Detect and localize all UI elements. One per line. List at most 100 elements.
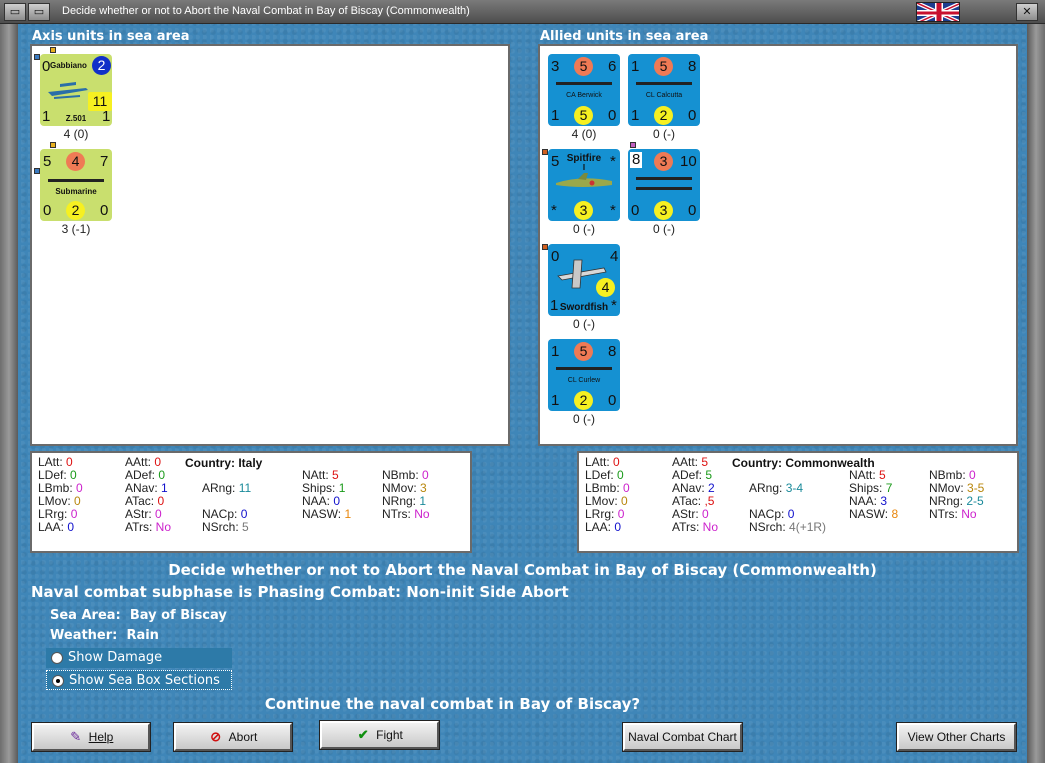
unit-name: CL Curlew xyxy=(567,377,601,384)
unit-strength-label: 3 (-1) xyxy=(61,222,91,236)
counter-value: 0 xyxy=(608,392,617,409)
counter-value: 1 xyxy=(631,58,640,75)
stat-nasw: NASW: 1 xyxy=(302,507,352,521)
unit-counter-submarine[interactable]: 5 4 7 Submarine 0 2 0 xyxy=(40,149,112,221)
counter-value: 5 xyxy=(574,342,593,361)
radio-selected-icon xyxy=(52,675,64,687)
counter-value: 1 xyxy=(102,108,111,125)
unit-strength-label: 0 (-) xyxy=(653,222,675,236)
unit-name: CA Berwick xyxy=(566,92,602,99)
counter-value: 7 xyxy=(100,153,109,170)
radio-label: Show Damage xyxy=(68,650,163,665)
union-jack-flag xyxy=(916,2,960,22)
close-icon[interactable]: ✕ xyxy=(1016,3,1038,21)
stat-laa: LAA: 0 xyxy=(38,520,75,534)
counter-value: 0 xyxy=(608,107,617,124)
counter-value: 3 xyxy=(574,201,593,220)
unit-strength-label: 0 (-) xyxy=(573,412,595,426)
title-bar: ▭ ▭ Decide whether or not to Abort the N… xyxy=(0,0,1045,24)
headline-message: Decide whether or not to Abort the Naval… xyxy=(168,561,877,579)
show-damage-radio[interactable]: Show Damage xyxy=(46,648,232,668)
counter-value: 2 xyxy=(66,201,85,220)
unit-counter-ca-berwick[interactable]: 3 5 6 CA Berwick 1 5 0 xyxy=(548,54,620,126)
counter-value: 2 xyxy=(574,391,593,410)
counter-value: 4 xyxy=(596,278,615,297)
right-frame xyxy=(1027,24,1045,763)
counter-value: 10 xyxy=(680,153,697,170)
checkmark-icon: ✔ xyxy=(357,727,369,742)
fight-button[interactable]: ✔ Fight xyxy=(319,720,440,750)
counter-value: 4 xyxy=(610,248,619,265)
axis-stats-panel: Country: Italy LAtt: 0 LDef: 0 LBmb: 0 LMov… xyxy=(30,451,472,553)
abort-button[interactable]: ⊘ Abort xyxy=(173,722,293,752)
cruiser-icon xyxy=(556,367,612,370)
convoy-icon xyxy=(636,177,692,180)
left-frame xyxy=(0,24,18,763)
unit-counter-cl-curlew[interactable]: 1 5 8 CL Curlew 1 2 0 xyxy=(548,339,620,411)
cruiser-icon xyxy=(636,82,692,85)
unit-marker-icon xyxy=(50,142,56,148)
stat-ntrs: NTrs: No xyxy=(929,507,977,521)
counter-value: 5 xyxy=(43,153,52,170)
unit-name: Submarine xyxy=(55,187,97,196)
counter-value: 1 xyxy=(551,343,560,360)
unit-marker-icon xyxy=(630,142,636,148)
show-sea-box-radio[interactable]: Show Sea Box Sections xyxy=(46,670,232,690)
no-entry-icon: ⊘ xyxy=(210,729,222,744)
book-icon: ✎ xyxy=(70,729,82,744)
convoy-icon xyxy=(636,187,692,190)
country-label: Country: Italy xyxy=(185,456,263,470)
view-other-charts-button[interactable]: View Other Charts xyxy=(896,722,1017,752)
allied-header: Allied units in sea area xyxy=(540,29,709,44)
sea-area-value: Bay of Biscay xyxy=(129,608,227,623)
radio-icon xyxy=(51,652,63,664)
radio-label: Show Sea Box Sections xyxy=(69,673,220,688)
counter-value: 3 xyxy=(654,152,673,171)
minimize-icon[interactable]: ▭ xyxy=(4,3,26,21)
counter-value: 5 xyxy=(654,57,673,76)
unit-counter-spitfire[interactable]: 5 Spitfire I * * 3 * xyxy=(548,149,620,221)
naval-combat-chart-button[interactable]: Naval Combat Chart xyxy=(622,722,743,752)
counter-value: 1 xyxy=(551,107,560,124)
counter-value: 6 xyxy=(608,58,617,75)
unit-strength-label: 0 (-) xyxy=(573,222,595,236)
stat-atrs: ATrs: No xyxy=(125,520,172,534)
help-button[interactable]: ✎ Help xyxy=(31,722,151,752)
unit-strength-label: 4 (0) xyxy=(63,127,89,141)
unit-counter-swordfish[interactable]: 0 4 4 1 Swordfish * xyxy=(548,244,620,316)
counter-value: 0 xyxy=(688,107,697,124)
counter-value: * xyxy=(610,153,616,170)
axis-units-pane: 0 Gabbiano 2 11 1 Z.501 1 4 (0) 5 4 7 Su… xyxy=(30,44,510,446)
unit-counter-gabbiano[interactable]: 0 Gabbiano 2 11 1 Z.501 1 xyxy=(40,54,112,126)
stat-nsrch: NSrch: 4(+1R) xyxy=(749,520,827,534)
counter-value: 0 xyxy=(100,202,109,219)
unit-strength-label: 0 (-) xyxy=(653,127,675,141)
submarine-icon xyxy=(48,179,104,182)
fighter-plane-icon xyxy=(556,173,612,187)
restore-icon[interactable]: ▭ xyxy=(28,3,50,21)
counter-value: * xyxy=(551,202,557,219)
stat-arng: ARng: 11 xyxy=(202,481,252,495)
counter-value: 8 xyxy=(630,151,643,168)
counter-value: 8 xyxy=(608,343,617,360)
counter-value: 0 xyxy=(43,202,52,219)
stat-laa: LAA: 0 xyxy=(585,520,622,534)
counter-value: 0 xyxy=(631,202,640,219)
counter-value: 1 xyxy=(631,107,640,124)
weather-info: Weather: Rain xyxy=(50,628,159,643)
unit-counter-convoy[interactable]: 8 3 10 0 3 0 xyxy=(628,149,700,221)
window-title: Decide whether or not to Abort the Naval… xyxy=(62,5,470,17)
counter-value: 2 xyxy=(92,56,111,75)
allied-stats-panel: Country: Commonwealth LAtt: 0 LDef: 0 LBmb… xyxy=(577,451,1019,553)
unit-strength-label: 0 (-) xyxy=(573,317,595,331)
counter-value: * xyxy=(610,202,616,219)
weather-value: Rain xyxy=(126,628,159,643)
unit-name: Swordfish xyxy=(559,302,609,313)
counter-value: 2 xyxy=(654,106,673,125)
unit-marker-icon xyxy=(50,47,56,53)
allied-units-pane: 3 5 6 CA Berwick 1 5 0 4 (0) 1 5 8 CL Ca… xyxy=(538,44,1018,446)
unit-counter-cl-calcutta[interactable]: 1 5 8 CL Calcutta 1 2 0 xyxy=(628,54,700,126)
counter-value: 4 xyxy=(66,152,85,171)
stat-atrs: ATrs: No xyxy=(672,520,719,534)
sea-area-info: Sea Area: Bay of Biscay xyxy=(50,608,227,623)
